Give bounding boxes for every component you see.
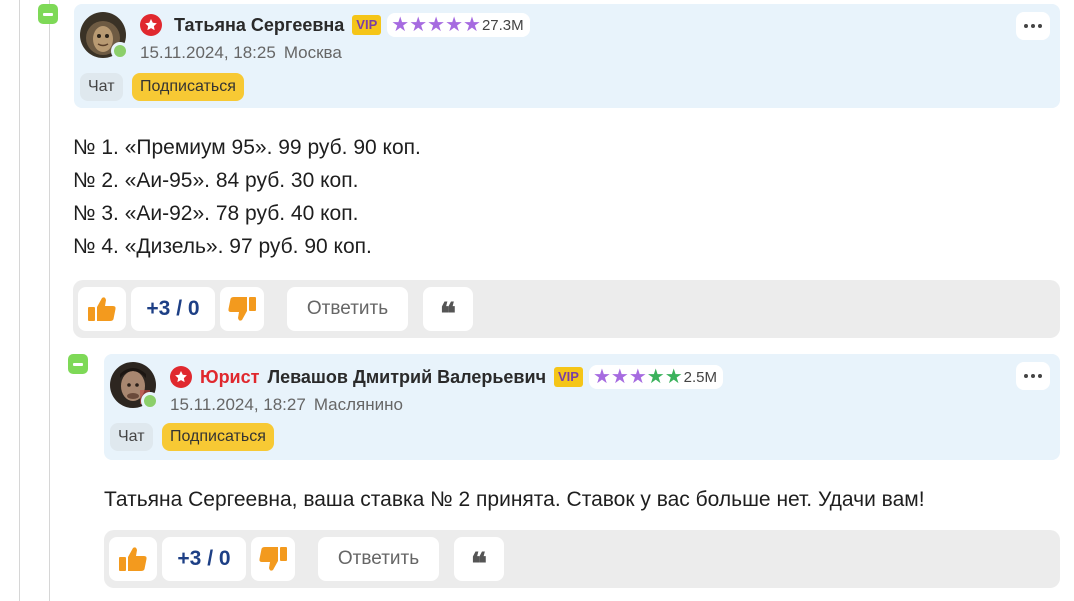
star-icon: ★ <box>391 14 410 36</box>
comment-header: Татьяна Сергеевна VIP ★ ★ ★ ★ ★ 27.3M 15.11.… <box>74 4 1060 108</box>
author-city: Москва <box>283 43 342 62</box>
vip-badge: VIP <box>554 367 583 387</box>
reply-label: Ответить <box>306 298 389 319</box>
thread-line-inner <box>49 0 50 601</box>
author-city: Маслянино <box>313 395 403 414</box>
subscribe-button[interactable]: Подписаться <box>132 73 244 101</box>
reply-label: Ответить <box>337 548 420 569</box>
score-value: +3 / 0 <box>146 297 200 320</box>
comment-actions: +3 / 0 Ответить ❝ <box>73 280 1060 338</box>
comment-header: Юрист Левашов Дмитрий Валерьевич VIP ★ ★ ★… <box>104 354 1060 460</box>
collapse-button[interactable] <box>38 4 58 24</box>
reply-button[interactable]: Ответить <box>287 287 408 331</box>
comment-date[interactable]: 15.11.2024, 18:25 <box>140 43 276 62</box>
thumbs-down-icon <box>259 547 287 571</box>
reply-button[interactable]: Ответить <box>318 537 439 581</box>
star-icon: ★ <box>409 14 428 36</box>
star-icon: ★ <box>610 366 629 388</box>
comment-date[interactable]: 15.11.2024, 18:27 <box>170 395 306 414</box>
collapse-button[interactable] <box>68 354 88 374</box>
quote-button[interactable]: ❝ <box>454 537 504 582</box>
avatar[interactable] <box>80 12 129 60</box>
chat-button[interactable]: Чат <box>110 423 153 451</box>
quote-button[interactable]: ❝ <box>423 287 473 332</box>
star-icon: ★ <box>664 366 683 388</box>
rating-value: 27.3M <box>481 16 524 34</box>
score-display: +3 / 0 <box>131 287 215 331</box>
more-options-button[interactable] <box>1016 12 1050 40</box>
dislike-button[interactable] <box>220 287 264 331</box>
comment-line: № 2. «Аи-95». 84 руб. 30 коп. <box>73 169 359 192</box>
expert-badge-icon <box>170 366 192 388</box>
author-name[interactable]: Левашов Дмитрий Валерьевич <box>267 367 546 388</box>
thread-line-outer <box>19 0 20 601</box>
comment-line: № 3. «Аи-92». 78 руб. 40 коп. <box>73 202 359 225</box>
online-indicator <box>141 392 159 410</box>
avatar[interactable] <box>110 362 159 410</box>
author-name[interactable]: Татьяна Сергеевна <box>174 15 344 36</box>
vip-badge: VIP <box>352 15 382 35</box>
star-icon: ★ <box>463 14 481 36</box>
comment-actions: +3 / 0 Ответить ❝ <box>104 530 1060 588</box>
subscribe-button[interactable]: Подписаться <box>162 423 274 451</box>
comment-line: № 4. «Дизель». 97 руб. 90 коп. <box>73 235 372 258</box>
star-icon: ★ <box>646 366 665 388</box>
comment-text: Татьяна Сергеевна, ваша ставка № 2 приня… <box>104 483 925 516</box>
expert-badge-icon <box>140 14 162 36</box>
score-value: +3 / 0 <box>177 547 231 570</box>
more-options-button[interactable] <box>1016 362 1050 390</box>
dislike-button[interactable] <box>251 537 295 581</box>
rating-stars: ★ ★ ★ ★ ★ 27.3M <box>387 13 530 37</box>
star-icon: ★ <box>592 366 611 388</box>
like-button[interactable] <box>78 287 126 331</box>
thumbs-up-icon <box>119 547 147 571</box>
rating-value: 2.5M <box>683 368 718 386</box>
star-icon: ★ <box>445 14 464 36</box>
thumbs-down-icon <box>228 297 256 321</box>
quote-icon: ❝ <box>439 297 457 332</box>
star-icon: ★ <box>628 366 647 388</box>
rating-stars: ★ ★ ★ ★ ★ 2.5M <box>588 365 724 389</box>
comment-line: № 1. «Премиум 95». 99 руб. 90 коп. <box>73 136 421 159</box>
comment-text: № 1. «Премиум 95». 99 руб. 90 коп. № 2. … <box>73 131 421 263</box>
like-button[interactable] <box>109 537 157 581</box>
comment-line: Татьяна Сергеевна, ваша ставка № 2 приня… <box>104 488 925 511</box>
author-role: Юрист <box>200 366 260 387</box>
quote-icon: ❝ <box>470 547 488 582</box>
online-indicator <box>111 42 129 60</box>
score-display: +3 / 0 <box>162 537 246 581</box>
star-icon: ★ <box>427 14 446 36</box>
chat-button[interactable]: Чат <box>80 73 123 101</box>
thumbs-up-icon <box>88 297 116 321</box>
